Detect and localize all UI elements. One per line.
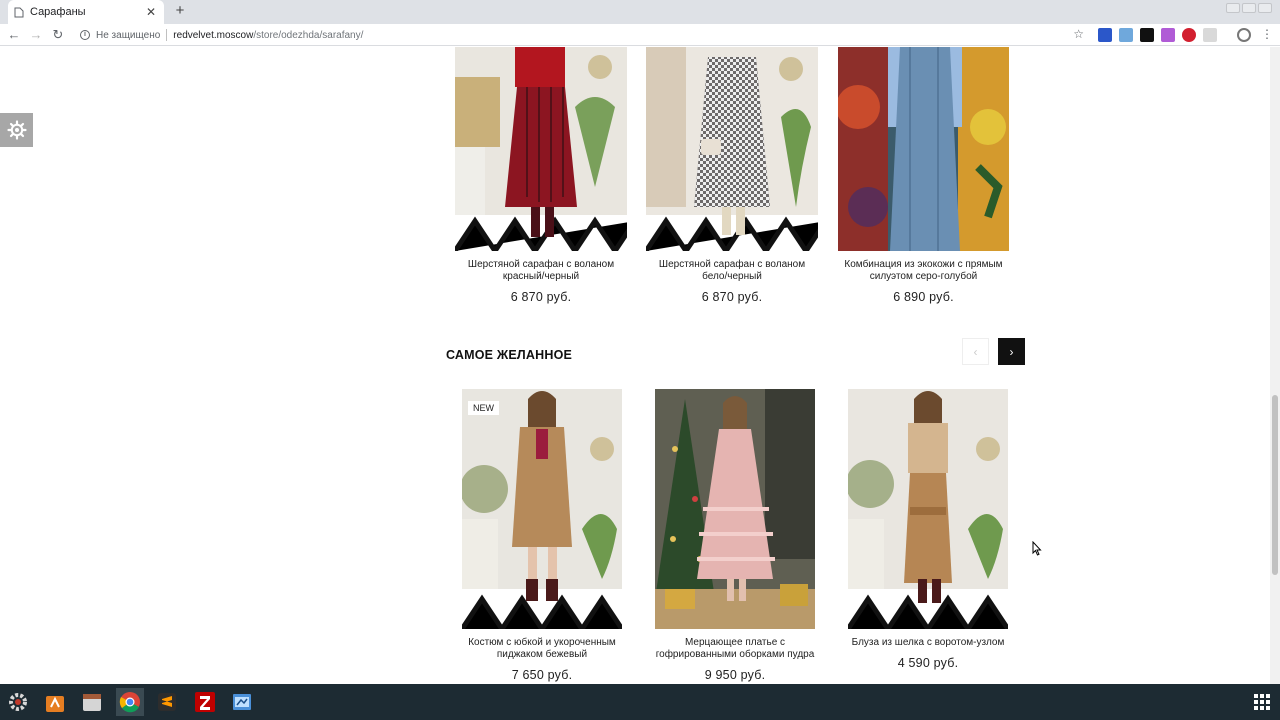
product-price: 7 650 руб. bbox=[511, 668, 573, 682]
sublime-text-icon[interactable] bbox=[153, 688, 181, 716]
layers-extension-icon[interactable] bbox=[1203, 28, 1217, 42]
counter-extension-icon[interactable] bbox=[1140, 28, 1154, 42]
maximize-icon[interactable] bbox=[1242, 3, 1256, 13]
product-card[interactable]: NEW Костюм с юбкой и укороченным пиджако… bbox=[462, 389, 622, 682]
browser-tabbar: Сарафаны ✕ + bbox=[0, 0, 1280, 24]
product-name[interactable]: Шерстяной сарафан с воланом красный/черн… bbox=[455, 259, 627, 283]
mouse-cursor-icon bbox=[1032, 541, 1042, 556]
new-tab-icon[interactable]: + bbox=[172, 3, 188, 19]
back-icon[interactable]: ← bbox=[3, 24, 25, 46]
tab-close-icon[interactable]: ✕ bbox=[144, 5, 158, 19]
tab-title: Сарафаны bbox=[30, 6, 86, 18]
abp-extension-icon[interactable] bbox=[1182, 28, 1196, 42]
page-scrollbar[interactable] bbox=[1270, 47, 1280, 684]
reload-icon[interactable]: ↻ bbox=[47, 24, 69, 46]
settings-widget[interactable] bbox=[0, 113, 33, 147]
section-title: САМОЕ ЖЕЛАННОЕ bbox=[446, 348, 573, 362]
page-viewport: Шерстяной сарафан с воланом красный/черн… bbox=[0, 47, 1270, 684]
page-icon bbox=[14, 7, 24, 17]
product-name[interactable]: Костюм с юбкой и укороченным пиджаком бе… bbox=[462, 637, 622, 661]
product-name[interactable]: Шерстяной сарафан с воланом бело/черный bbox=[646, 259, 818, 283]
url-divider bbox=[166, 29, 168, 41]
file-manager-icon[interactable] bbox=[78, 688, 106, 716]
system-settings-icon[interactable] bbox=[4, 688, 32, 716]
close-window-icon[interactable] bbox=[1258, 3, 1272, 13]
product-price: 6 870 руб. bbox=[701, 290, 763, 304]
flag-extension-icon[interactable] bbox=[1098, 28, 1112, 42]
browser-toolbar: ← → ↻ i Не защищено redvelvet.moscow/sto… bbox=[0, 24, 1280, 46]
product-photo[interactable] bbox=[646, 47, 818, 251]
product-name[interactable]: Блуза из шелка с воротом-узлом bbox=[848, 637, 1008, 649]
browser-menu-icon[interactable]: ⋮ bbox=[1261, 27, 1273, 41]
music-extension-icon[interactable] bbox=[1161, 28, 1175, 42]
product-card[interactable]: Шерстяной сарафан с воланом бело/черный … bbox=[646, 47, 818, 304]
product-name[interactable]: Комбинация из экокожи с прямым силуэтом … bbox=[838, 259, 1009, 283]
product-price: 9 950 руб. bbox=[704, 668, 766, 682]
product-photo[interactable] bbox=[838, 47, 1009, 251]
chevron-right-icon: › bbox=[1009, 344, 1014, 359]
url-text[interactable]: redvelvet.moscow/store/odezhda/sarafany/ bbox=[173, 30, 363, 41]
gear-icon bbox=[6, 120, 27, 140]
new-badge: NEW bbox=[468, 401, 499, 415]
product-price: 6 890 руб. bbox=[893, 290, 954, 304]
os-taskbar bbox=[0, 684, 1280, 720]
product-photo[interactable]: NEW bbox=[462, 389, 622, 629]
forward-icon[interactable]: → bbox=[25, 24, 47, 46]
minimize-icon[interactable] bbox=[1226, 3, 1240, 13]
url-path: /store/odezhda/sarafany/ bbox=[253, 29, 364, 41]
extensions-bar bbox=[1098, 28, 1217, 42]
product-price: 4 590 руб. bbox=[897, 656, 959, 670]
info-icon[interactable]: i bbox=[80, 30, 90, 40]
filezilla-icon[interactable] bbox=[191, 688, 219, 716]
network-tool-icon[interactable] bbox=[228, 688, 256, 716]
product-name[interactable]: Мерцающее платье с гофрированными оборка… bbox=[655, 637, 815, 661]
profile-icon[interactable] bbox=[1237, 28, 1251, 42]
product-photo[interactable] bbox=[848, 389, 1008, 629]
product-card[interactable]: Мерцающее платье с гофрированными оборка… bbox=[655, 389, 815, 682]
product-card[interactable]: Блуза из шелка с воротом-узлом 4 590 руб… bbox=[848, 389, 1008, 670]
carousel-prev-button[interactable]: ‹ bbox=[962, 338, 989, 365]
product-price: 6 870 руб. bbox=[510, 290, 572, 304]
security-status: Не защищено bbox=[96, 29, 161, 41]
scrollbar-thumb[interactable] bbox=[1272, 395, 1278, 575]
chrome-icon[interactable] bbox=[116, 688, 144, 716]
translate-extension-icon[interactable] bbox=[1119, 28, 1133, 42]
carousel-next-button[interactable]: › bbox=[998, 338, 1025, 365]
chevron-left-icon: ‹ bbox=[973, 344, 978, 359]
software-center-icon[interactable] bbox=[41, 688, 69, 716]
product-card[interactable]: Шерстяной сарафан с воланом красный/черн… bbox=[455, 47, 627, 304]
url-domain: redvelvet.moscow bbox=[173, 29, 254, 41]
browser-tab[interactable]: Сарафаны ✕ bbox=[8, 0, 164, 24]
product-photo[interactable] bbox=[455, 47, 627, 251]
address-bar[interactable]: i Не защищено redvelvet.moscow/store/ode… bbox=[74, 26, 1090, 44]
product-photo[interactable] bbox=[655, 389, 815, 629]
window-controls bbox=[1226, 3, 1272, 13]
product-card[interactable]: Комбинация из экокожи с прямым силуэтом … bbox=[838, 47, 1009, 304]
bookmark-star-icon[interactable]: ☆ bbox=[1073, 27, 1084, 41]
app-launcher-icon[interactable] bbox=[1254, 694, 1270, 710]
